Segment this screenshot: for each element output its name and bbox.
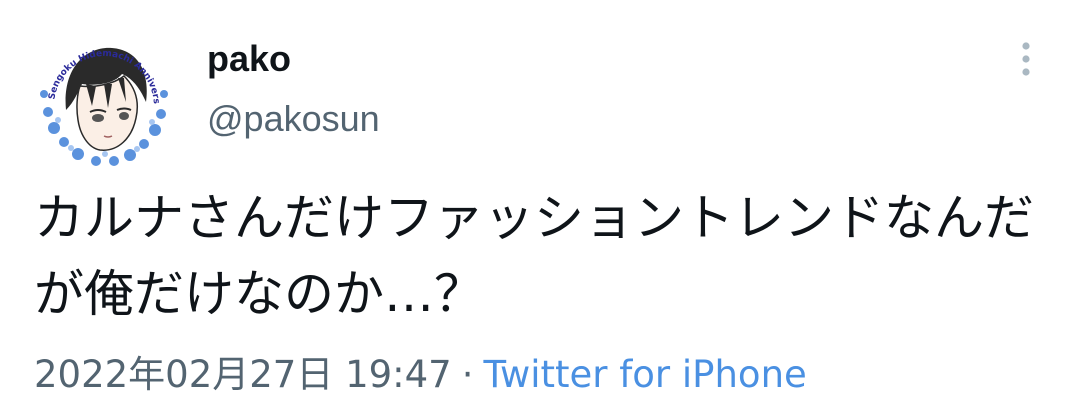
more-vertical-icon[interactable] [1014, 40, 1038, 80]
meta-separator: · [461, 353, 474, 396]
tweet-card: Sengoku Hidemachi Anniversary pako @pako… [0, 0, 1080, 412]
avatar[interactable]: Sengoku Hidemachi Anniversary [34, 28, 174, 168]
user-handle[interactable]: @pakosun [207, 98, 380, 140]
tweet-meta: 2022年02月27日 19:47 · Twitter for iPhone [34, 344, 807, 398]
display-name[interactable]: pako [207, 38, 291, 80]
avatar-illustration: Sengoku Hidemachi Anniversary [34, 28, 174, 168]
tweet-text: カルナさんだけファッショントレンドなんだが俺だけなのか…？ [34, 189, 1034, 323]
source-link[interactable]: Twitter for iPhone [483, 353, 806, 396]
timestamp[interactable]: 2022年02月27日 19:47 [34, 353, 452, 396]
